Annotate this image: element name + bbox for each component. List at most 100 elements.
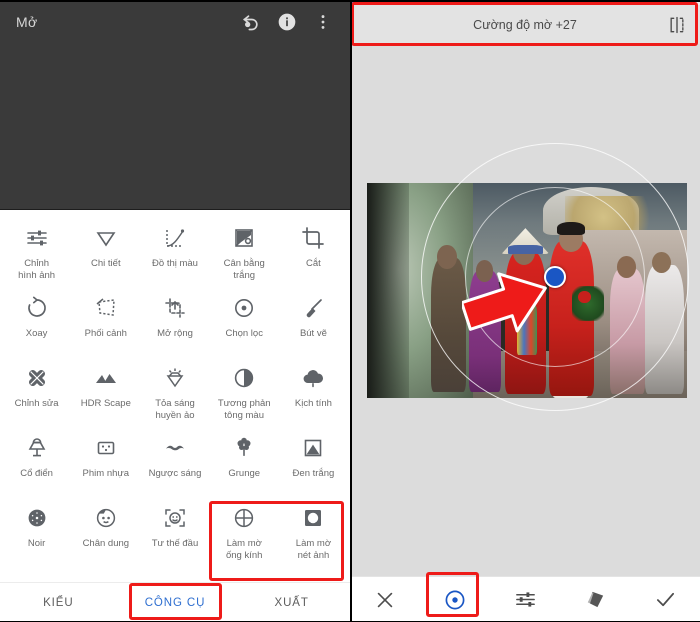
panel-divider xyxy=(350,0,352,622)
tool-head-pose[interactable]: Tư thế đầu xyxy=(140,496,209,566)
tool-label: Phim nhựa xyxy=(82,468,130,479)
brush-icon xyxy=(300,295,326,321)
glamour-glow-icon xyxy=(162,365,188,391)
tool-rotate[interactable]: Xoay xyxy=(2,286,71,356)
cancel-button[interactable] xyxy=(350,577,420,622)
parameter-header: Cường độ mờ +27 xyxy=(350,5,700,44)
white-balance-icon xyxy=(231,225,257,251)
photo-figure-white-head xyxy=(651,251,671,274)
lens-blur-button[interactable] xyxy=(420,577,490,622)
tools-grid: Chỉnh hình ảnh Chi tiết Đồ thị màu Cân b… xyxy=(0,210,350,566)
overflow-menu-icon[interactable] xyxy=(310,9,336,35)
tab-xuat[interactable]: XUẤT xyxy=(233,583,350,622)
tool-label: Chân dung xyxy=(82,538,130,549)
tool-label: Đồ thị màu xyxy=(152,258,198,269)
retrolux-icon xyxy=(162,435,188,461)
head-pose-icon xyxy=(162,505,188,531)
tool-row: Xoay Phối cảnh Mở rộng Chọn lọc Bút vẽ xyxy=(2,286,348,356)
screenshot-root: Mở Chỉnh hình ảnh Chi tiết Đồ thị màu Câ… xyxy=(0,0,700,622)
tool-brush[interactable]: Bút vẽ xyxy=(279,286,348,356)
annotation-arrow xyxy=(462,272,547,333)
compare-split-icon[interactable] xyxy=(666,14,688,36)
app-bar: Mở xyxy=(0,0,350,44)
tool-retrolux[interactable]: Ngược sáng xyxy=(140,426,209,496)
tool-label: Bút vẽ xyxy=(299,328,327,339)
tool-label: Chọn lọc xyxy=(225,328,263,339)
tool-vintage[interactable]: Cổ điển xyxy=(2,426,71,496)
tool-tonal-contrast[interactable]: Tương phản tông màu xyxy=(210,356,279,426)
tool-label: Chỉnh sửa xyxy=(14,398,59,409)
undo-icon[interactable] xyxy=(238,9,264,35)
tool-hdr-scape[interactable]: HDR Scape xyxy=(71,356,140,426)
tonal-contrast-icon xyxy=(231,365,257,391)
tool-noir[interactable]: Noir xyxy=(2,496,71,566)
noir-film-reel-icon xyxy=(24,505,50,531)
tool-selective[interactable]: Chọn lọc xyxy=(210,286,279,356)
tool-label: Đen trắng xyxy=(292,468,335,479)
tool-label: Tư thế đầu xyxy=(151,538,199,549)
confirm-button[interactable] xyxy=(630,577,700,622)
stack-button[interactable] xyxy=(560,577,630,622)
black-white-icon xyxy=(300,435,326,461)
tool-label: Xoay xyxy=(25,328,48,339)
tool-tune-image[interactable]: Chỉnh hình ảnh xyxy=(2,216,71,286)
info-icon[interactable] xyxy=(274,9,300,35)
mountains-icon xyxy=(93,365,119,391)
tune-sliders-icon xyxy=(24,225,50,251)
tool-row: Chỉnh sửa HDR Scape Tỏa sáng huyền ảo Tư… xyxy=(2,356,348,426)
photo-figure-groom-hat xyxy=(557,221,585,235)
photo-editing-stage[interactable] xyxy=(367,143,689,411)
healing-patch-icon xyxy=(24,365,50,391)
tool-grunge[interactable]: Grunge xyxy=(210,426,279,496)
tool-drama[interactable]: Kịch tính xyxy=(279,356,348,426)
expand-icon xyxy=(162,295,188,321)
tool-details[interactable]: Chi tiết xyxy=(71,216,140,286)
tab-cong-cu[interactable]: CÔNG CỤ xyxy=(117,583,234,622)
tool-perspective[interactable]: Phối cảnh xyxy=(71,286,140,356)
tool-crop[interactable]: Cắt xyxy=(279,216,348,286)
crop-icon xyxy=(300,225,326,251)
tool-label: HDR Scape xyxy=(80,398,131,409)
photo-figure-man-head xyxy=(437,245,457,269)
tool-label: Tương phản tông màu xyxy=(217,398,271,421)
vignette-blur-icon xyxy=(300,505,326,531)
tool-label: Mở rộng xyxy=(157,328,193,339)
photo-figure-pink-head xyxy=(616,256,636,278)
photo-figure-man xyxy=(431,258,467,392)
photo-vignette-left xyxy=(367,183,409,398)
snapseed-tools-screen: Mở Chỉnh hình ảnh Chi tiết Đồ thị màu Câ… xyxy=(0,0,350,622)
tool-glamour-glow[interactable]: Tỏa sáng huyền ảo xyxy=(140,356,209,426)
tool-label: Làm mờ nét ảnh xyxy=(295,538,332,561)
photo-figure-white-shirt xyxy=(645,264,684,394)
tool-portrait[interactable]: Chân dung xyxy=(71,496,140,566)
tool-white-balance[interactable]: Cân bằng trắng xyxy=(210,216,279,286)
tab-kieu[interactable]: KIỂU xyxy=(0,583,117,622)
tool-grainy-film[interactable]: Phim nhựa xyxy=(71,426,140,496)
drama-cloud-icon xyxy=(300,365,326,391)
tool-vignette-blur[interactable]: Làm mờ nét ảnh xyxy=(279,496,348,566)
grainy-film-icon xyxy=(93,435,119,461)
tool-row: Cổ điển Phim nhựa Ngược sáng Grunge Đen … xyxy=(2,426,348,496)
perspective-icon xyxy=(93,295,119,321)
vintage-lamp-icon xyxy=(24,435,50,461)
tool-black-white[interactable]: Đen trắng xyxy=(279,426,348,496)
tool-label: Làm mờ ống kính xyxy=(225,538,263,561)
tool-row: Noir Chân dung Tư thế đầu Làm mờ ống kín… xyxy=(2,496,348,566)
rotate-icon xyxy=(24,295,50,321)
tool-label: Ngược sáng xyxy=(148,468,202,479)
portrait-face-icon xyxy=(93,505,119,531)
tool-expand[interactable]: Mở rộng xyxy=(140,286,209,356)
selective-target-icon xyxy=(231,295,257,321)
adjust-button[interactable] xyxy=(490,577,560,622)
tool-label: Cắt xyxy=(306,258,321,269)
tool-curves[interactable]: Đồ thị màu xyxy=(140,216,209,286)
tool-label: Tỏa sáng huyền ảo xyxy=(155,398,195,421)
tool-healing[interactable]: Chỉnh sửa xyxy=(2,356,71,426)
lens-blur-icon xyxy=(231,505,257,531)
tool-lens-blur[interactable]: Làm mờ ống kính xyxy=(210,496,279,566)
tool-row: Chỉnh hình ảnh Chi tiết Đồ thị màu Cân b… xyxy=(2,216,348,286)
image-preview-area[interactable]: Mở xyxy=(0,0,350,210)
parameter-value-label: Cường độ mờ +27 xyxy=(473,17,577,32)
lens-blur-editor-screen: Cường độ mờ +27 xyxy=(350,0,700,622)
tool-label: Grunge xyxy=(228,468,261,479)
